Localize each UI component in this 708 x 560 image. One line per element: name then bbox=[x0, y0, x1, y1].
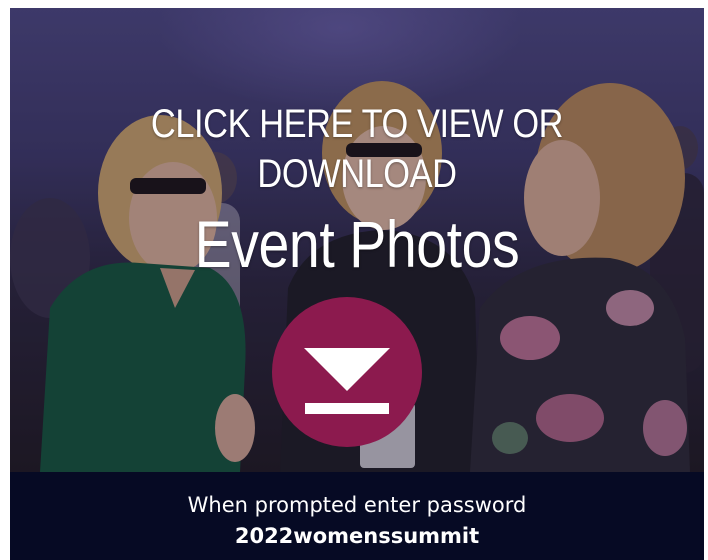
password-value: 2022womenssummit bbox=[234, 524, 480, 548]
download-button[interactable] bbox=[272, 297, 422, 447]
password-prompt: When prompted enter password bbox=[187, 493, 527, 517]
event-photos-link[interactable]: CLICK HERE TO VIEW OR DOWNLOAD Event Pho… bbox=[10, 8, 704, 472]
download-arrow-icon bbox=[304, 348, 390, 414]
headline-event-photos: Event Photos bbox=[194, 207, 520, 281]
headline-line-1: CLICK HERE TO VIEW OR bbox=[150, 102, 564, 146]
event-photos-banner[interactable]: CLICK HERE TO VIEW OR DOWNLOAD Event Pho… bbox=[10, 8, 704, 560]
headline-line-2: DOWNLOAD bbox=[257, 152, 457, 196]
password-footer: When prompted enter password 2022womenss… bbox=[10, 472, 704, 560]
